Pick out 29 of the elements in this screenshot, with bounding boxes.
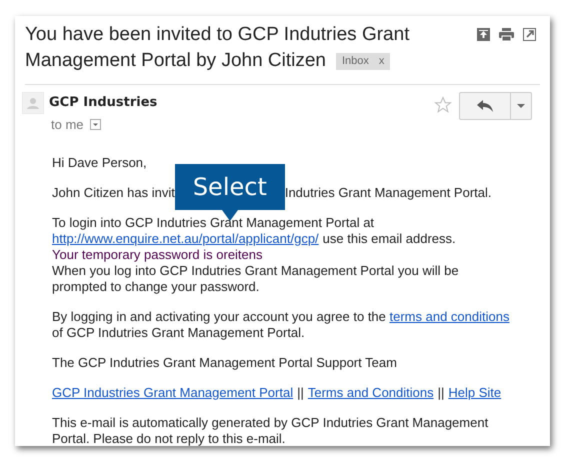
greeting-text: Hi Dave Person, [52, 154, 148, 170]
footer-link[interactable]: Terms and Conditions [308, 384, 434, 400]
email-subject: Management Portal by John Citizen [25, 49, 326, 73]
password-change-text: When you log into GCP Indutries Grant Management Portal you will be prompted to change your password. [52, 262, 460, 294]
reply-icon [477, 100, 493, 112]
portal-link[interactable]: http://www.enquire.net.au/portal/applicant/gcp/ [52, 230, 319, 246]
label-chip[interactable]: Inbox x [336, 52, 390, 70]
print-icon[interactable] [499, 28, 514, 41]
login-text: use this email address. [322, 230, 456, 246]
signature-text: The GCP Indutries Grant Management Portal Support Team [52, 354, 398, 370]
footer-link[interactable]: GCP Industries Grant Management Portal [52, 384, 294, 400]
body-text: Indutries Grant Management Portal. [284, 184, 492, 200]
sender-name: GCP Industries [49, 94, 158, 111]
terms-link[interactable]: terms and conditions [390, 308, 510, 324]
star-icon[interactable] [434, 96, 452, 114]
disclaimer-text: This e-mail is automatically generated by GCP Indutries Grant Management Portal. Please do not reply to this e-mail. [52, 414, 490, 446]
archive-icon[interactable] [477, 28, 490, 41]
link-separator: || [438, 384, 444, 400]
popout-icon[interactable] [523, 28, 536, 41]
avatar-icon [22, 92, 44, 114]
dropdown-icon[interactable] [90, 119, 101, 130]
footer-link[interactable]: Help Site [448, 384, 502, 400]
recipient-label: to me [51, 116, 84, 134]
password-text: Your temporary password is oreitens [52, 246, 264, 262]
body-text: John Citizen has invit [52, 184, 175, 200]
link-separator: || [297, 384, 304, 400]
email-subject: You have been invited to GCP Indutries Grant [25, 23, 410, 47]
agreement-text: By logging in and activating your account you agree to the terms and conditions of GCP Indutries Grant Management Portal. [52, 308, 510, 340]
caret-icon [517, 104, 525, 108]
